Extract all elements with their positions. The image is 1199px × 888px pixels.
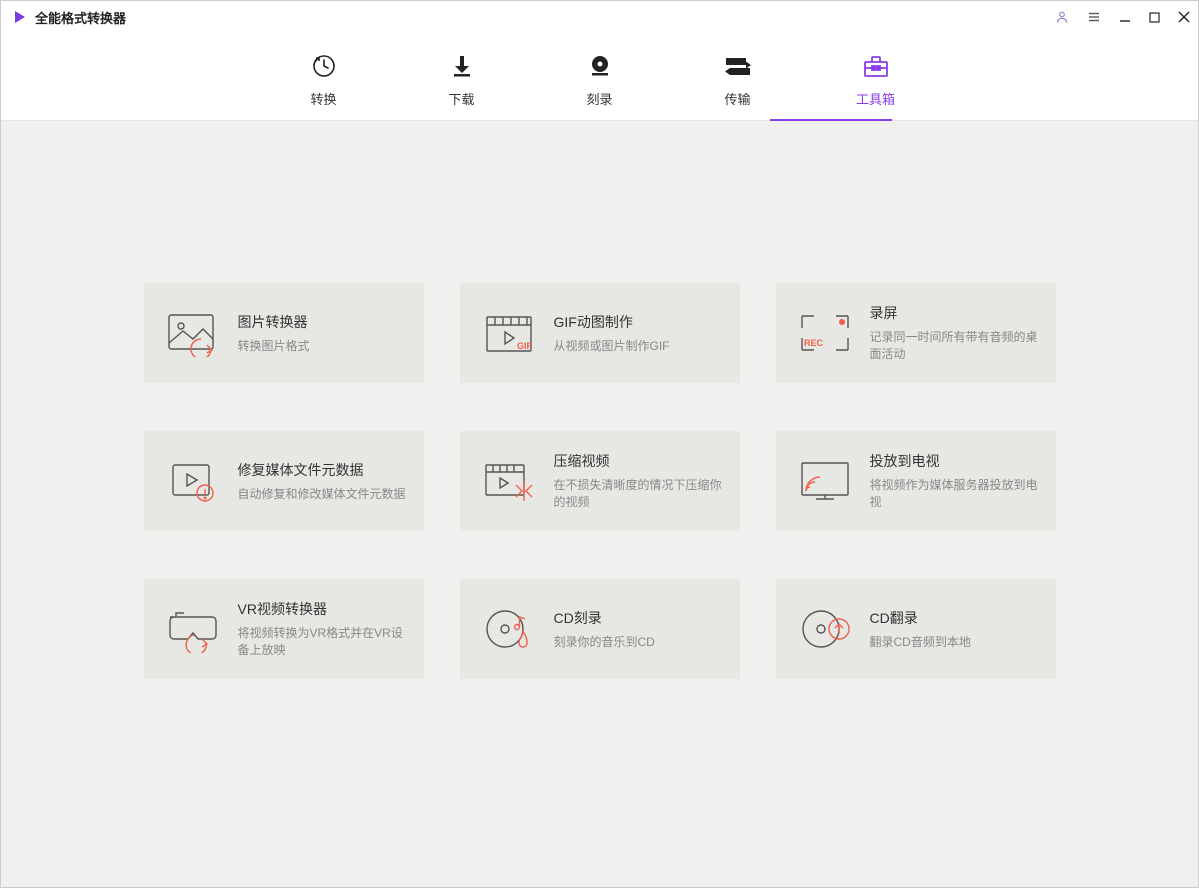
card-desc: 将视频转换为VR格式并在VR设备上放映 <box>238 625 406 659</box>
card-desc: 自动修复和修改媒体文件元数据 <box>238 486 406 503</box>
main-navbar: 转换 下载 刻录 传输 <box>1 33 1198 121</box>
card-title: 压缩视频 <box>554 451 722 471</box>
transfer-icon <box>723 49 753 83</box>
titlebar: 全能格式转换器 <box>1 1 1198 33</box>
cd-burn-icon <box>478 598 540 660</box>
card-title: 图片转换器 <box>238 312 406 332</box>
card-title: 录屏 <box>870 303 1038 323</box>
card-desc: 从视频或图片制作GIF <box>554 338 722 355</box>
nav-active-underline <box>770 119 892 121</box>
card-title: VR视频转换器 <box>238 599 406 619</box>
tool-cd-burn[interactable]: CD刻录 刻录你的音乐到CD <box>460 579 740 679</box>
tool-fix-metadata[interactable]: 修复媒体文件元数据 自动修复和修改媒体文件元数据 <box>144 431 424 531</box>
close-icon[interactable] <box>1178 11 1190 23</box>
content-area: 图片转换器 转换图片格式 GIF GIF动图制作 从视频或图片制作GIF REC <box>1 121 1198 887</box>
nav-label: 刻录 <box>586 89 612 108</box>
tool-cast-tv[interactable]: 投放到电视 将视频作为媒体服务器投放到电视 <box>776 431 1056 531</box>
nav-label: 传输 <box>724 89 750 108</box>
nav-label: 下载 <box>448 89 474 108</box>
cast-tv-icon <box>794 450 856 512</box>
vr-converter-icon <box>162 598 224 660</box>
hamburger-icon[interactable] <box>1087 10 1101 24</box>
tool-vr-converter[interactable]: VR视频转换器 将视频转换为VR格式并在VR设备上放映 <box>144 579 424 679</box>
nav-toolbox[interactable]: 工具箱 <box>846 43 906 120</box>
burn-icon <box>587 49 613 83</box>
screen-recorder-icon: REC <box>794 302 856 364</box>
svg-text:GIF: GIF <box>517 341 533 351</box>
nav-transfer[interactable]: 传输 <box>708 43 768 120</box>
cd-rip-icon <box>794 598 856 660</box>
tool-gif-maker[interactable]: GIF GIF动图制作 从视频或图片制作GIF <box>460 283 740 383</box>
gif-maker-icon: GIF <box>478 302 540 364</box>
window-controls <box>1055 10 1190 24</box>
download-icon <box>449 49 475 83</box>
nav-label: 转换 <box>310 89 336 108</box>
app-window: 全能格式转换器 转换 <box>0 0 1199 888</box>
user-icon[interactable] <box>1055 10 1069 24</box>
card-title: GIF动图制作 <box>554 312 722 332</box>
app-logo-icon <box>13 10 27 24</box>
maximize-icon[interactable] <box>1149 12 1160 23</box>
nav-convert[interactable]: 转换 <box>294 43 354 120</box>
nav-burn[interactable]: 刻录 <box>570 43 630 120</box>
tool-image-converter[interactable]: 图片转换器 转换图片格式 <box>144 283 424 383</box>
app-title: 全能格式转换器 <box>35 8 126 27</box>
card-desc: 刻录你的音乐到CD <box>554 634 722 651</box>
tool-grid: 图片转换器 转换图片格式 GIF GIF动图制作 从视频或图片制作GIF REC <box>1 121 1198 679</box>
card-title: 投放到电视 <box>870 451 1038 471</box>
svg-text:REC: REC <box>804 338 824 348</box>
convert-icon <box>310 49 338 83</box>
card-desc: 翻录CD音频到本地 <box>870 634 1038 651</box>
fix-metadata-icon <box>162 450 224 512</box>
card-title: CD翻录 <box>870 608 1038 628</box>
tool-screen-recorder[interactable]: REC 录屏 记录同一时间所有带有音频的桌面活动 <box>776 283 1056 383</box>
toolbox-icon <box>862 49 890 83</box>
card-title: CD刻录 <box>554 608 722 628</box>
image-converter-icon <box>162 302 224 364</box>
card-desc: 转换图片格式 <box>238 338 406 355</box>
nav-label: 工具箱 <box>856 89 895 108</box>
tool-cd-rip[interactable]: CD翻录 翻录CD音频到本地 <box>776 579 1056 679</box>
card-desc: 将视频作为媒体服务器投放到电视 <box>870 477 1038 511</box>
card-desc: 在不损失清晰度的情况下压缩你的视频 <box>554 477 722 511</box>
compress-video-icon <box>478 450 540 512</box>
tool-compress-video[interactable]: 压缩视频 在不损失清晰度的情况下压缩你的视频 <box>460 431 740 531</box>
minimize-icon[interactable] <box>1119 11 1131 23</box>
card-desc: 记录同一时间所有带有音频的桌面活动 <box>870 329 1038 363</box>
card-title: 修复媒体文件元数据 <box>238 460 406 480</box>
nav-download[interactable]: 下载 <box>432 43 492 120</box>
